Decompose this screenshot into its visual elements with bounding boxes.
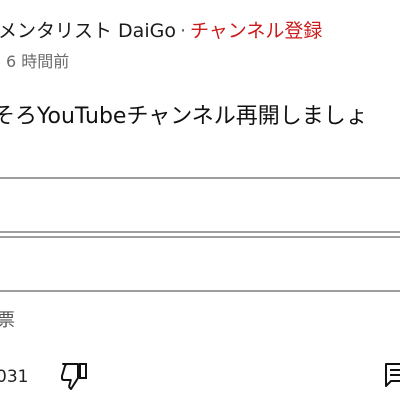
thumbs-down-icon — [61, 363, 87, 390]
subscribe-button[interactable]: チャンネル登録 — [190, 20, 322, 42]
post-header: メンタリスト DaiGo · チャンネル登録 — [0, 19, 322, 43]
comment-button[interactable] — [384, 361, 400, 389]
dislike-button[interactable] — [60, 361, 88, 391]
separator-dot: · — [179, 20, 186, 42]
poll-option-2[interactable] — [0, 236, 400, 292]
post-timestamp: 6 時間前 — [6, 52, 70, 71]
action-bar: 031 — [0, 360, 400, 394]
poll-question: そろYouTubeチャンネル再開しましょ — [0, 104, 368, 129]
comment-icon — [385, 363, 400, 387]
like-count: 031 — [0, 367, 29, 387]
channel-name[interactable]: メンタリスト DaiGo — [0, 20, 176, 42]
community-post: メンタリスト DaiGo · チャンネル登録 6 時間前 そろYouTubeチャンネ… — [0, 0, 400, 400]
poll-option-1[interactable] — [0, 177, 400, 233]
vote-count: 票 — [0, 310, 15, 331]
